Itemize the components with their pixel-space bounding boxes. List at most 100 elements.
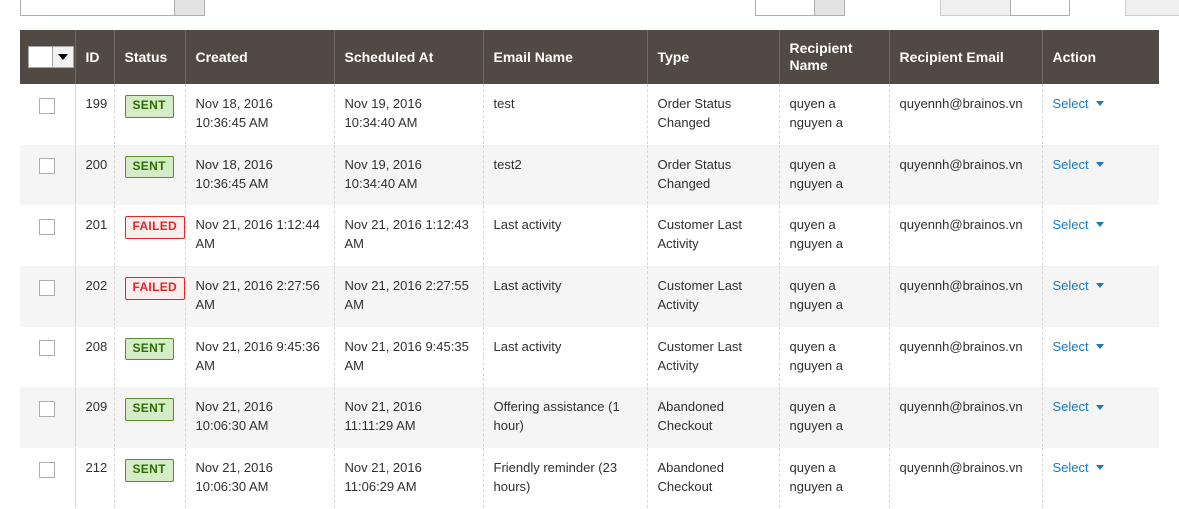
cell-created: Nov 21, 2016 10:06:30 AM (185, 386, 335, 449)
cell-email-name: test (483, 84, 648, 145)
cell-checkbox[interactable] (20, 386, 76, 449)
cell-checkbox[interactable] (20, 265, 76, 327)
email-queue-grid: ID Status Created Scheduled At Email Nam… (20, 30, 1159, 509)
cell-recipient-name: quyen a nguyen a (779, 447, 890, 509)
row-select-checkbox[interactable] (39, 461, 56, 478)
cell-checkbox[interactable] (20, 204, 76, 267)
action-select-link[interactable]: Select (1053, 278, 1104, 293)
action-select-link[interactable]: Select (1053, 399, 1104, 414)
cell-recipient-email: quyennh@brainos.vn (889, 84, 1043, 145)
created-filter[interactable] (20, 0, 205, 16)
table-row[interactable]: 212 SENT Nov 21, 2016 10:06:30 AM Nov 21, 2… (20, 447, 1159, 509)
cell-type: Abandoned Checkout (647, 386, 780, 449)
table-row[interactable]: 201 FAILED Nov 21, 2016 1:12:44 AM Nov 21, … (20, 204, 1159, 267)
cell-recipient-email: quyennh@brainos.vn (889, 265, 1043, 327)
cell-scheduled-at: Nov 21, 2016 11:06:29 AM (334, 447, 484, 509)
cell-status: SENT (114, 386, 186, 449)
cell-action: Select (1042, 386, 1159, 449)
cell-created: Nov 21, 2016 1:12:44 AM (185, 204, 335, 267)
table-row[interactable]: 209 SENT Nov 21, 2016 10:06:30 AM Nov 21, 2… (20, 386, 1159, 449)
header-cell-email-name[interactable]: Email Name (483, 30, 648, 84)
row-select-checkbox[interactable] (39, 158, 56, 175)
cell-action: Select (1042, 204, 1159, 267)
action-select-link[interactable]: Select (1053, 217, 1104, 232)
action-select-link[interactable]: Select (1053, 339, 1104, 354)
cell-created: Nov 21, 2016 2:27:56 AM (185, 265, 335, 327)
caret-down-icon (1095, 404, 1104, 410)
row-select-checkbox[interactable] (39, 401, 56, 417)
filter-row (0, 0, 1179, 18)
cell-scheduled-at: Nov 21, 2016 2:27:55 AM (334, 265, 484, 327)
type-filter[interactable] (940, 0, 1015, 16)
caret-down-icon (58, 54, 68, 60)
cell-type: Customer Last Activity (647, 204, 780, 267)
cell-id: 208 (75, 326, 115, 388)
cell-action: Select (1042, 447, 1159, 509)
scheduled-filter-input[interactable] (755, 0, 815, 16)
action-select-link[interactable]: Select (1053, 96, 1104, 111)
header-cell-recipient-email[interactable]: Recipient Email (889, 30, 1043, 84)
cell-checkbox[interactable] (20, 84, 76, 145)
row-select-checkbox[interactable] (39, 218, 56, 235)
cell-recipient-name: quyen a nguyen a (779, 144, 890, 206)
mass-action-select[interactable] (28, 46, 74, 68)
status-badge: SENT (124, 459, 174, 482)
cell-status: FAILED (114, 265, 186, 327)
scheduled-filter[interactable] (755, 0, 845, 16)
recipient-name-filter-input[interactable] (1010, 0, 1070, 16)
action-select-link[interactable]: Select (1053, 157, 1104, 172)
select-all-checkbox[interactable] (28, 46, 52, 68)
cell-id: 200 (75, 144, 115, 206)
header-cell-status[interactable]: Status (114, 30, 186, 84)
cell-checkbox[interactable] (20, 326, 76, 388)
caret-down-icon (1095, 101, 1104, 107)
recipient-email-filter-select[interactable] (1125, 0, 1179, 16)
cell-recipient-name: quyen a nguyen a (779, 326, 890, 388)
header-cell-recipient-name[interactable]: Recipient Name (779, 30, 890, 84)
header-cell-id[interactable]: ID (75, 30, 115, 84)
status-badge: SENT (124, 398, 174, 422)
calendar-icon[interactable] (175, 0, 205, 16)
table-row[interactable]: 202 FAILED Nov 21, 2016 2:27:56 AM Nov 21, … (20, 265, 1159, 327)
cell-scheduled-at: Nov 21, 2016 1:12:43 AM (334, 204, 484, 267)
caret-down-icon (1095, 283, 1104, 289)
mass-action-dropdown-button[interactable] (52, 46, 74, 68)
cell-recipient-name: quyen a nguyen a (779, 84, 890, 145)
cell-status: SENT (114, 447, 186, 509)
row-select-checkbox[interactable] (39, 97, 56, 114)
table-row[interactable]: 199 SENT Nov 18, 2016 10:36:45 AM Nov 19, 2… (20, 84, 1159, 145)
cell-email-name: test2 (483, 144, 648, 206)
row-select-checkbox[interactable] (39, 340, 56, 357)
created-filter-input[interactable] (20, 0, 175, 16)
table-row[interactable]: 208 SENT Nov 21, 2016 9:45:36 AM Nov 21, 20… (20, 326, 1159, 388)
cell-id: 201 (75, 204, 115, 267)
recipient-name-filter[interactable] (1010, 0, 1070, 16)
header-cell-scheduled-at[interactable]: Scheduled At (334, 30, 484, 84)
grid-table: ID Status Created Scheduled At Email Nam… (20, 30, 1159, 509)
cell-scheduled-at: Nov 21, 2016 9:45:35 AM (334, 326, 484, 388)
calendar-icon[interactable] (815, 0, 845, 16)
caret-down-icon (1095, 465, 1104, 471)
cell-email-name: Last activity (483, 265, 648, 327)
cell-status: FAILED (114, 204, 186, 267)
caret-down-icon (1095, 161, 1104, 167)
cell-created: Nov 18, 2016 10:36:45 AM (185, 144, 335, 206)
cell-created: Nov 21, 2016 10:06:30 AM (185, 447, 335, 509)
header-row: ID Status Created Scheduled At Email Nam… (20, 30, 1159, 84)
header-cell-created[interactable]: Created (185, 30, 335, 84)
status-badge: SENT (124, 95, 174, 118)
cell-id: 209 (75, 386, 115, 449)
cell-action: Select (1042, 326, 1159, 388)
cell-scheduled-at: Nov 21, 2016 11:11:29 AM (334, 386, 484, 449)
header-cell-type[interactable]: Type (647, 30, 780, 84)
cell-recipient-email: quyennh@brainos.vn (889, 326, 1043, 388)
cell-scheduled-at: Nov 19, 2016 10:34:40 AM (334, 84, 484, 145)
row-select-checkbox[interactable] (39, 279, 56, 296)
header-cell-checkbox (20, 30, 76, 84)
cell-checkbox[interactable] (20, 144, 76, 206)
recipient-email-filter[interactable] (1125, 0, 1179, 16)
type-filter-select[interactable] (940, 0, 1015, 16)
action-select-link[interactable]: Select (1053, 460, 1104, 475)
cell-checkbox[interactable] (20, 447, 76, 509)
table-row[interactable]: 200 SENT Nov 18, 2016 10:36:45 AM Nov 19, 2… (20, 144, 1159, 206)
